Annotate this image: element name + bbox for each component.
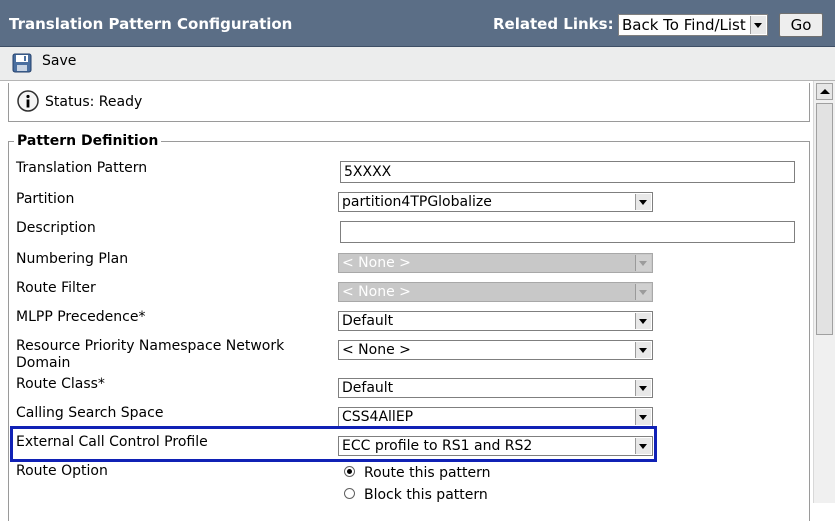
toolbar: Save — [0, 47, 835, 81]
mlpp-precedence-label: MLPP Precedence* — [16, 309, 146, 325]
route-this-pattern-label: Route this pattern — [364, 465, 491, 481]
numbering-plan-value: < None > — [342, 255, 411, 271]
translation-pattern-input[interactable]: 5XXXX — [340, 161, 795, 183]
resource-priority-label-line1: Resource Priority Namespace Network — [16, 338, 285, 354]
resource-priority-label: Resource Priority Namespace Network Doma… — [16, 338, 284, 372]
route-filter-select: < None > — [338, 282, 653, 302]
numbering-plan-label: Numbering Plan — [16, 251, 129, 267]
info-icon — [17, 90, 39, 112]
route-filter-value: < None > — [342, 284, 411, 300]
related-links-select[interactable]: Back To Find/List — [618, 14, 768, 36]
block-this-pattern-label: Block this pattern — [364, 487, 488, 503]
route-option-label: Route Option — [16, 463, 108, 479]
chevron-down-icon — [635, 313, 651, 329]
mlpp-precedence-value: Default — [342, 313, 394, 329]
mlpp-precedence-select[interactable]: Default — [338, 311, 653, 331]
chevron-down-icon — [635, 409, 651, 425]
status-panel: Status: Ready — [8, 83, 810, 122]
related-links-value: Back To Find/List — [622, 16, 746, 34]
scroll-up-icon[interactable] — [816, 83, 833, 100]
resource-priority-select[interactable]: < None > — [338, 340, 653, 360]
partition-value: partition4TPGlobalize — [342, 194, 492, 210]
chevron-down-icon — [635, 342, 651, 358]
go-button[interactable]: Go — [779, 13, 823, 37]
chevron-down-icon — [635, 380, 651, 396]
save-button[interactable]: Save — [42, 53, 76, 69]
route-filter-label: Route Filter — [16, 280, 96, 296]
description-label: Description — [16, 220, 96, 236]
status-text: Status: Ready — [45, 94, 143, 110]
block-this-pattern-radio[interactable] — [344, 488, 355, 499]
ecc-profile-label: External Call Control Profile — [16, 434, 208, 450]
section-legend: Pattern Definition — [14, 133, 162, 149]
route-class-select[interactable]: Default — [338, 378, 653, 398]
chevron-down-icon — [750, 16, 766, 34]
calling-search-space-label: Calling Search Space — [16, 405, 164, 421]
route-class-label: Route Class* — [16, 376, 105, 392]
scrollbar-thumb[interactable] — [816, 103, 833, 335]
ecc-profile-value: ECC profile to RS1 and RS2 — [342, 438, 533, 454]
resource-priority-value: < None > — [342, 342, 411, 358]
chevron-down-icon — [635, 194, 651, 210]
translation-pattern-label: Translation Pattern — [16, 160, 148, 176]
vertical-scrollbar[interactable] — [813, 81, 835, 503]
floppy-disk-icon[interactable] — [12, 53, 32, 73]
related-links-label: Related Links: — [493, 15, 614, 33]
partition-label: Partition — [16, 191, 75, 207]
page-title: Translation Pattern Configuration — [9, 15, 293, 33]
chevron-down-icon — [635, 255, 651, 271]
title-bar: Translation Pattern Configuration Relate… — [0, 0, 835, 47]
ecc-profile-select[interactable]: ECC profile to RS1 and RS2 — [338, 436, 653, 456]
partition-select[interactable]: partition4TPGlobalize — [338, 192, 653, 212]
numbering-plan-select: < None > — [338, 253, 653, 273]
description-input[interactable] — [340, 221, 795, 243]
route-this-pattern-radio[interactable] — [344, 466, 355, 477]
chevron-down-icon — [635, 438, 651, 454]
route-class-value: Default — [342, 380, 394, 396]
chevron-down-icon — [635, 284, 651, 300]
calling-search-space-value: CSS4AllEP — [342, 409, 414, 425]
translation-pattern-value: 5XXXX — [344, 164, 392, 180]
calling-search-space-select[interactable]: CSS4AllEP — [338, 407, 653, 427]
resource-priority-label-line2: Domain — [16, 355, 71, 371]
